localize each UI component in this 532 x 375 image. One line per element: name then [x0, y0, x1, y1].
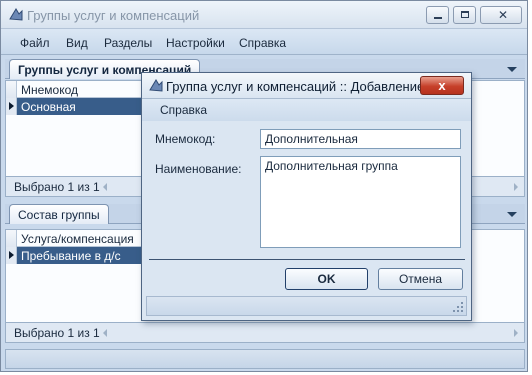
current-row-icon — [9, 102, 14, 110]
maximize-icon — [461, 11, 469, 18]
column-label: Услуга/компенсация — [21, 232, 134, 246]
cell-mnemocode: Основная — [21, 100, 76, 114]
menu-sections[interactable]: Разделы — [104, 36, 152, 50]
app-icon — [9, 8, 23, 21]
menu-file[interactable]: Файл — [20, 36, 50, 50]
chevron-down-icon[interactable] — [507, 67, 517, 72]
dialog-titlebar[interactable]: Группа услуг и компенсаций :: Добавление… — [142, 73, 471, 99]
column-header-mnemocode[interactable]: Мнемокод — [6, 81, 146, 98]
current-row-icon — [9, 251, 14, 259]
scroll-left-icon[interactable] — [103, 329, 107, 337]
menu-help[interactable]: Справка — [239, 36, 286, 50]
column-header-service[interactable]: Услуга/компенсация — [6, 230, 146, 247]
minimize-icon — [434, 17, 442, 19]
table-row[interactable]: Пребывание в д/с — [6, 247, 146, 264]
mnemocode-field[interactable]: Дополнительная — [260, 129, 461, 149]
cancel-button[interactable]: Отмена — [378, 268, 463, 290]
selection-count: Выбрано 1 из 1 — [14, 326, 100, 340]
chevron-down-icon[interactable] — [507, 212, 517, 217]
scroll-right-icon[interactable] — [514, 329, 518, 337]
resize-grip-icon[interactable] — [453, 302, 463, 312]
name-label: Наименование: — [155, 162, 242, 176]
ok-button[interactable]: OK — [285, 268, 368, 290]
minimize-button[interactable] — [426, 6, 449, 24]
cell-service: Пребывание в д/с — [21, 249, 121, 263]
scroll-left-icon[interactable] — [103, 183, 107, 191]
dialog-separator — [149, 259, 465, 260]
mnemocode-label: Мнемокод: — [155, 132, 216, 146]
main-titlebar[interactable]: Группы услуг и компенсаций ✕ — [1, 1, 527, 29]
dialog-menu-help[interactable]: Справка — [160, 103, 207, 117]
main-statusbar — [5, 349, 525, 369]
table-row[interactable]: Основная — [6, 98, 146, 115]
selection-count: Выбрано 1 из 1 — [14, 180, 100, 194]
row-indicator-header — [6, 230, 17, 247]
main-window-title: Группы услуг и компенсаций — [27, 8, 200, 23]
name-field[interactable]: Дополнительная группа — [260, 156, 461, 248]
add-dialog: Группа услуг и компенсаций :: Добавление… — [141, 72, 472, 321]
bottom-footer: Выбрано 1 из 1 — [5, 323, 525, 343]
dialog-close-button[interactable]: x — [420, 76, 464, 95]
close-icon: x — [438, 78, 446, 93]
tab-group-composition[interactable]: Состав группы — [9, 204, 109, 224]
menu-settings[interactable]: Настройки — [166, 36, 225, 50]
close-button[interactable]: ✕ — [480, 6, 522, 24]
maximize-button[interactable] — [453, 6, 476, 24]
dialog-menubar: Справка — [142, 99, 471, 121]
row-indicator — [6, 247, 17, 264]
scroll-right-icon[interactable] — [514, 183, 518, 191]
row-indicator — [6, 98, 17, 115]
menubar: Файл Вид Разделы Настройки Справка — [1, 29, 527, 55]
dialog-title: Группа услуг и компенсаций :: Добавление — [166, 79, 425, 94]
column-label: Мнемокод — [21, 83, 79, 97]
row-indicator-header — [6, 81, 17, 98]
close-icon: ✕ — [498, 8, 509, 22]
app-icon — [149, 79, 163, 92]
dialog-statusbar — [146, 296, 467, 316]
menu-view[interactable]: Вид — [66, 36, 88, 50]
